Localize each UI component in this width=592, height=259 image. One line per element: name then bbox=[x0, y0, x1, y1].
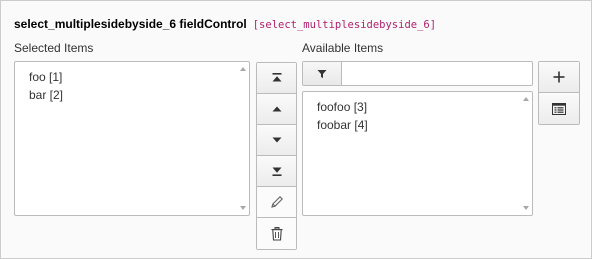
scroll-up-arrow-icon[interactable] bbox=[523, 97, 529, 101]
filter-icon bbox=[317, 69, 327, 79]
move-to-bottom-icon bbox=[272, 166, 282, 176]
scroll-down-arrow-icon[interactable] bbox=[523, 206, 529, 210]
field-label: select_multiplesidebyside_6 fieldControl bbox=[14, 17, 247, 31]
delete-button[interactable] bbox=[257, 218, 296, 249]
plus-icon bbox=[553, 71, 565, 83]
list-item[interactable]: bar [2] bbox=[29, 88, 63, 102]
available-items-list[interactable]: foofoo [3] foobar [4] bbox=[302, 91, 533, 216]
trash-icon bbox=[271, 226, 283, 241]
field-panel: select_multiplesidebyside_6 fieldControl… bbox=[0, 0, 592, 259]
scroll-down-arrow-icon[interactable] bbox=[240, 206, 246, 210]
filter-field bbox=[302, 61, 533, 86]
edit-button[interactable] bbox=[257, 187, 296, 218]
move-to-top-button[interactable] bbox=[257, 63, 296, 94]
filter-icon-addon bbox=[303, 62, 342, 85]
caret-up-icon bbox=[272, 105, 282, 113]
caret-down-icon bbox=[272, 136, 282, 144]
field-code: [select_multiplesidebyside_6] bbox=[252, 19, 437, 31]
field-actions bbox=[538, 61, 580, 125]
filter-input[interactable] bbox=[343, 62, 532, 85]
add-button[interactable] bbox=[539, 62, 579, 93]
move-up-button[interactable] bbox=[257, 94, 296, 125]
list-item[interactable]: foofoo [3] bbox=[317, 100, 367, 114]
pencil-icon bbox=[270, 195, 284, 209]
selected-items-label: Selected Items bbox=[14, 41, 94, 55]
scroll-up-arrow-icon[interactable] bbox=[240, 67, 246, 71]
list-icon bbox=[552, 102, 566, 115]
list-item[interactable]: foo [1] bbox=[29, 70, 62, 84]
move-controls bbox=[256, 62, 297, 250]
move-down-button[interactable] bbox=[257, 125, 296, 156]
list-button[interactable] bbox=[539, 93, 579, 124]
move-to-top-icon bbox=[272, 73, 282, 83]
list-item[interactable]: foobar [4] bbox=[317, 118, 368, 132]
available-items-label: Available Items bbox=[302, 41, 384, 55]
selected-items-list[interactable]: foo [1] bar [2] bbox=[14, 61, 250, 216]
field-title: select_multiplesidebyside_6 fieldControl… bbox=[14, 17, 436, 31]
move-to-bottom-button[interactable] bbox=[257, 156, 296, 187]
